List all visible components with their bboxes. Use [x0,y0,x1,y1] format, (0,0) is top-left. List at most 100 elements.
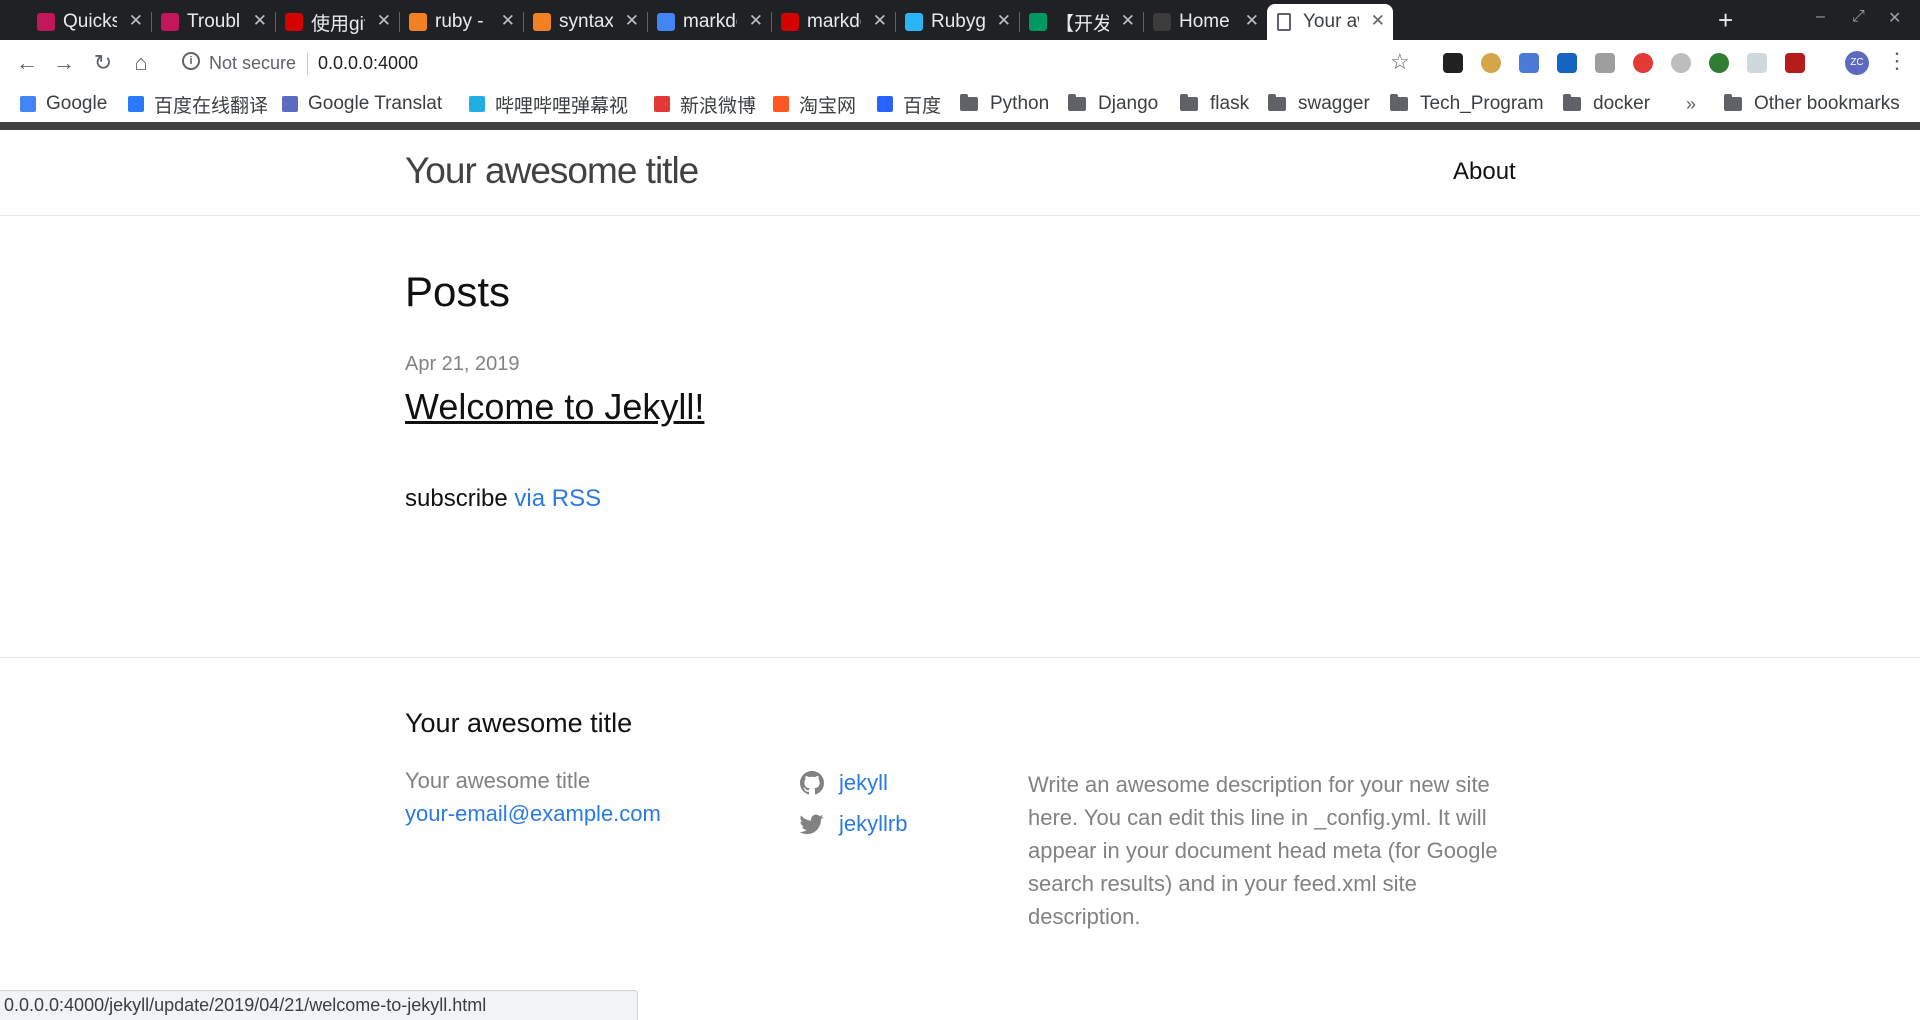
bookmark-link[interactable]: 淘宝网 [773,91,856,117]
browser-tab[interactable]: Home – ✕ [1143,4,1268,40]
bookmark-label: 淘宝网 [799,95,857,117]
bookmark-link[interactable]: 新浪微博 [654,91,756,117]
bookmark-link[interactable]: Google Translat [282,91,442,117]
site-footer: Your awesome title Your awesome title yo… [0,657,1920,1020]
bookmark-link[interactable]: 哔哩哔哩弹幕视 [469,91,628,117]
es-extension-icon[interactable] [1595,53,1615,73]
bookmark-folder[interactable]: Tech_Program [1390,91,1544,117]
jekyll-icon [161,13,179,31]
post-title-link[interactable]: Welcome to Jekyll! [405,386,704,428]
bookmark-label: 哔哩哔哩弹幕视 [495,95,629,117]
new-extension-icon[interactable] [1557,53,1577,73]
tab-title: ruby - Ra [435,11,489,32]
profile-avatar[interactable]: ZC [1845,51,1869,75]
folder-icon [1563,94,1581,111]
cookie-extension-icon[interactable] [1481,53,1501,73]
close-tab-icon[interactable]: ✕ [1245,10,1259,32]
bookmark-label: docker [1593,93,1651,114]
footer-site-name: Your awesome title [405,768,591,793]
bookmark-folder[interactable]: Python [960,91,1049,117]
nav-link-about[interactable]: About [1453,158,1516,186]
browser-tab[interactable]: Rubygen ✕ [895,4,1020,40]
jekyll-icon [37,13,55,31]
browser-tab[interactable]: 【开发笔 ✕ [1019,4,1144,40]
browser-tab[interactable]: markdov ✕ [771,4,896,40]
bookmark-folder[interactable]: Django [1068,91,1158,117]
bookmark-folder[interactable]: flask [1180,91,1249,117]
twitter-link[interactable]: jekyllrb [800,809,907,839]
close-tab-icon[interactable]: ✕ [501,10,515,32]
url-divider [307,53,308,75]
minimize-icon[interactable]: – [1816,8,1825,26]
close-tab-icon[interactable]: ✕ [749,10,763,32]
menu-icon[interactable]: ⋮ [1886,48,1908,74]
folder-icon [1724,94,1742,111]
tab-title: 【开发笔 [1055,13,1109,35]
folder-icon [1390,94,1408,111]
back-button[interactable]: ← [12,48,42,78]
tab-title: Rubygen [931,11,985,32]
red-extension-icon[interactable] [1785,53,1805,73]
favicon-icon [128,96,144,112]
bookmark-folder[interactable]: docker [1563,91,1650,117]
page-icon [1277,13,1291,31]
browser-tab[interactable]: Troubles ✕ [151,4,276,40]
close-tab-icon[interactable]: ✕ [1121,10,1135,32]
favicon-icon [877,96,893,112]
rss-link[interactable]: via RSS [514,485,601,512]
url-text[interactable]: 0.0.0.0:4000 [318,53,418,74]
restore-icon[interactable]: ⤢ [1852,8,1865,26]
tab-strip: Quicksta✕Troubles✕使用githu✕ruby - Ra✕synt… [0,0,1920,40]
close-tab-icon[interactable]: ✕ [873,10,887,32]
site-title-link[interactable]: Your awesome title [405,150,699,192]
close-tab-icon[interactable]: ✕ [129,10,143,32]
stackoverflow-icon [409,13,427,31]
close-tab-icon[interactable]: ✕ [997,10,1011,32]
new-tab-button[interactable]: + [1718,4,1733,36]
close-tab-icon[interactable]: ✕ [253,10,267,32]
reload-button[interactable]: ↻ [88,48,118,78]
browser-tab[interactable]: Quicksta ✕ [27,4,152,40]
segmentfault-icon [1029,13,1047,31]
bookmarks-bar: Google 百度在线翻译 Google Translat 哔哩哔哩弹幕视 新浪微博 淘宝… [0,86,1920,122]
close-tab-icon[interactable]: ✕ [377,10,391,32]
tab-title: Quicksta [63,11,117,32]
twitter-username: jekyllrb [839,811,908,836]
browser-tab[interactable]: ruby - Ra ✕ [399,4,524,40]
browser-tab[interactable]: Your awe ✕ [1267,4,1393,40]
other-bookmarks-folder[interactable]: Other bookmarks [1724,91,1900,117]
bookmark-label: flask [1210,93,1250,114]
translate-extension-icon[interactable] [1519,53,1539,73]
home-button[interactable]: ⌂ [126,48,156,78]
circle-extension-icon[interactable] [1671,53,1691,73]
forward-button[interactable]: → [49,48,79,78]
other-bookmarks-label: Other bookmarks [1754,93,1900,114]
tab-title: syntax - [559,11,613,32]
bookmark-label: Google [46,93,108,114]
bookmark-folder[interactable]: swagger [1268,91,1370,117]
favicon-icon [20,96,36,112]
folder-icon [1180,94,1198,111]
posts-heading: Posts [405,268,511,315]
opera-extension-icon[interactable] [1633,53,1653,73]
browser-tab[interactable]: 使用githu ✕ [275,4,400,40]
evernote-extension-icon[interactable] [1709,53,1729,73]
close-tab-icon[interactable]: ✕ [625,10,639,32]
github-link[interactable]: jekyll [800,768,888,798]
security-label[interactable]: Not secure [209,53,296,74]
more-bookmarks-button[interactable]: » [1686,94,1696,115]
browser-tab[interactable]: markdov ✕ [647,4,772,40]
bookmark-link[interactable]: 百度 [877,91,941,117]
close-tab-icon[interactable]: ✕ [1371,10,1385,32]
bookmark-link[interactable]: Google [20,91,107,117]
close-window-icon[interactable]: ✕ [1888,8,1901,28]
github-icon [1153,13,1171,31]
bookmark-label: Google Translat [308,93,443,114]
browser-tab[interactable]: syntax - ✕ [523,4,648,40]
footer-email-link[interactable]: your-email@example.com [405,801,661,827]
extension-icon[interactable] [1443,53,1463,73]
bookmark-star-icon[interactable]: ☆ [1390,49,1410,75]
bookmark-link[interactable]: 百度在线翻译 [128,91,268,117]
info-icon[interactable]: i [182,52,200,70]
umbrella-extension-icon[interactable] [1747,53,1767,73]
